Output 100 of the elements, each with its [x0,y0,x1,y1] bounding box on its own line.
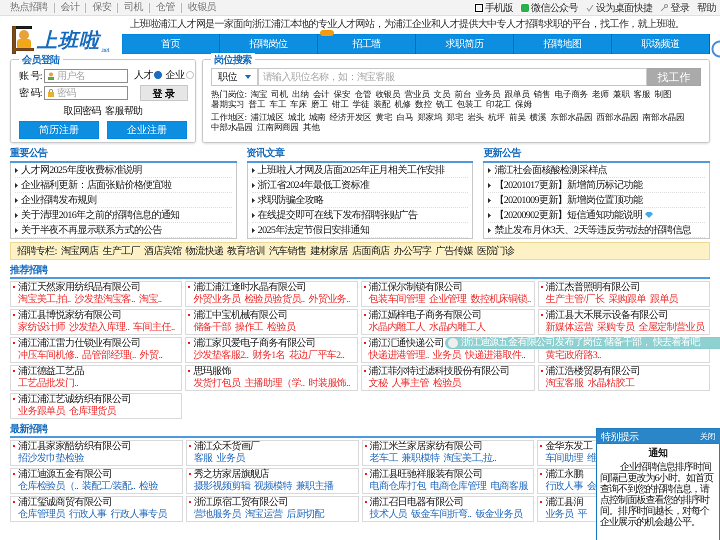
position-link[interactable]: 仓库理货员 [69,406,116,418]
notice-link[interactable]: 浙江省2024年最低工资标准 [252,178,468,193]
company-link[interactable]: 浦江家贝爱电子商务有限公司 [193,338,354,350]
position-link[interactable]: 业务员 [545,509,574,521]
notice-link[interactable]: 禁止发布月休3天、2天等违反劳动法的招聘信息 [488,223,706,238]
position-link[interactable]: 行政人事 [545,481,583,493]
register-button[interactable]: 简历注册 [19,121,99,139]
position-link[interactable]: 企业管理 [428,294,467,306]
category-link[interactable]: 物流快递 [186,244,224,258]
position-link[interactable]: 后厨切配 [286,509,324,521]
job-tag[interactable]: 客服 [634,89,651,99]
company-link[interactable]: 浦江嫣梓电子商务有限公司 [368,310,531,322]
company-link[interactable]: 思玛服饰 [193,366,354,378]
position-link[interactable]: 外贸业务.. [308,294,350,306]
job-tag[interactable]: 司机 [271,89,288,99]
role-option[interactable]: 企业 [166,68,185,82]
position-link[interactable]: 人事主管 [391,378,429,390]
notice-link[interactable]: 2025年法定节假日安排通知 [252,223,468,238]
job-tag[interactable]: 车工 [269,99,286,109]
position-link[interactable]: 工艺品批发门.. [18,378,78,390]
company-link[interactable]: 浙江原宿工贸有限公司 [194,497,354,509]
position-link[interactable]: 行政人事专员 [110,509,168,521]
radio-button[interactable] [154,71,162,79]
category-link[interactable]: 淘宝网店 [60,244,98,258]
area-tag[interactable]: 杭坪 [488,112,505,122]
area-tag[interactable]: 前吴 [508,112,526,122]
job-tag[interactable]: 兼职 [612,89,630,99]
position-link[interactable]: 外贸业务员 [193,294,240,306]
close-link[interactable]: 关闭 [700,431,715,442]
position-link[interactable]: 视频模特 [254,481,292,493]
position-link[interactable]: 水晶内雕工人 [428,322,486,334]
job-tag[interactable]: 机修 [394,99,412,109]
position-link[interactable]: 水晶内雕工人 [368,322,425,334]
position-link[interactable]: 装配工/装配.. [82,481,136,493]
company-link[interactable]: 浦江菲尔特过滤科技股份有限公司 [368,366,531,378]
job-tag[interactable]: 跟单员 [504,89,530,99]
position-link[interactable]: 跟单员 [650,294,678,306]
company-link[interactable]: 浦江县大禾展示设备有限公司 [546,310,706,322]
job-tag[interactable]: 文员 [434,89,450,99]
position-link[interactable]: 采购专员 [596,322,634,334]
area-tag[interactable]: 西部水晶园 [596,112,639,122]
category-link[interactable]: 汽车销售 [268,244,306,258]
job-tag[interactable]: 淘宝 [250,89,268,99]
position-link[interactable]: 主播助理（学.. [244,378,304,390]
help-link[interactable]: 客服帮助 [105,104,143,118]
position-link[interactable]: 水晶粘胶工 [587,378,634,390]
company-link[interactable]: 浦江县博悦家纺有限公司 [18,310,178,322]
area-tag[interactable]: 浦江城区 [250,112,284,122]
position-link[interactable]: 业务跟单员 [18,406,66,418]
area-tag[interactable]: 白马 [396,112,414,122]
position-link[interactable]: 生产主管/厂长 [546,294,604,306]
job-tag[interactable]: 电子商务 [554,89,588,99]
position-link[interactable]: 电商仓库打包 [370,481,426,493]
toolbar-link[interactable]: 设为桌面快捷 [586,0,652,14]
position-link[interactable]: 沙发垫客服2.. [193,350,248,362]
notice-link[interactable]: 关于清理2016年之前的招聘信息的通知 [15,208,232,223]
company-link[interactable]: 秀之坊家居旗舰店 [194,469,354,481]
company-link[interactable]: 浦江浩楼贸易有限公司 [546,366,706,378]
job-tag[interactable]: 前台 [454,89,472,99]
position-link[interactable]: 冲压车间机修.. [18,350,78,362]
company-link[interactable]: 浦江浦江雷力仕锁业有限公司 [18,338,178,350]
area-tag[interactable]: 郑家坞 [417,112,442,122]
position-link[interactable]: 淘宝运营 [244,509,282,521]
register-button[interactable]: 企业注册 [107,121,187,139]
position-link[interactable]: 包装车间管理 [368,294,425,306]
position-link[interactable]: 淘宝.. [138,294,162,306]
company-link[interactable]: 浦江天然家用纺织品有限公司 [18,282,178,294]
company-link[interactable]: 浦江召日电器有限公司 [370,497,530,509]
job-tag[interactable]: 会计 [312,89,330,99]
notice-link[interactable]: 【20200902更新】短信通知功能说明 [488,208,706,223]
company-link[interactable]: 浦江保尔制锁有限公司 [368,282,531,294]
company-link[interactable]: 浦江众禾货画厂 [194,441,354,453]
toolbar-link[interactable]: 登录 [660,0,690,14]
login-button[interactable]: 登 录 [140,85,188,101]
nav-link[interactable]: 职场频道 [612,34,710,54]
nav-link[interactable]: 求职简历 [416,34,514,54]
position-link[interactable]: 兼职模特 [402,453,440,465]
job-tag[interactable]: 铣工 [436,99,453,109]
position-link[interactable]: 沙发垫入库理.. [69,322,130,334]
job-tag[interactable]: 钳工 [332,99,349,109]
job-tag[interactable]: 老师 [592,89,609,99]
job-tag[interactable]: 收银员 [375,89,400,99]
position-link[interactable]: 文秘 [368,378,388,390]
category-link[interactable]: 建材家居 [310,244,348,258]
nav-link[interactable]: 招工墙 [318,34,416,54]
hot-link[interactable]: 保安 [85,2,118,12]
position-link[interactable]: 黄宅政府路3.. [546,350,601,362]
area-tag[interactable]: 城南 [308,112,326,122]
position-link[interactable]: 财务1名 [252,350,286,362]
position-link[interactable]: 车间主任.. [133,322,175,334]
category-link[interactable]: 教育培训 [227,244,265,258]
category-link[interactable]: 办公写字 [394,244,432,258]
position-link[interactable]: 平 [577,509,587,521]
category-link[interactable]: 酒店宾馆 [144,244,182,258]
position-link[interactable]: 行政人事 [69,509,107,521]
position-link[interactable]: 采购跟单 [608,294,646,306]
category-link[interactable]: 店面商店 [352,244,390,258]
position-link[interactable]: 淘宝美工,拍.. [18,294,71,306]
company-link[interactable]: 浦江县旺驰祥服装有限公司 [370,469,530,481]
position-link[interactable]: 快递进港取件.. [464,350,526,362]
